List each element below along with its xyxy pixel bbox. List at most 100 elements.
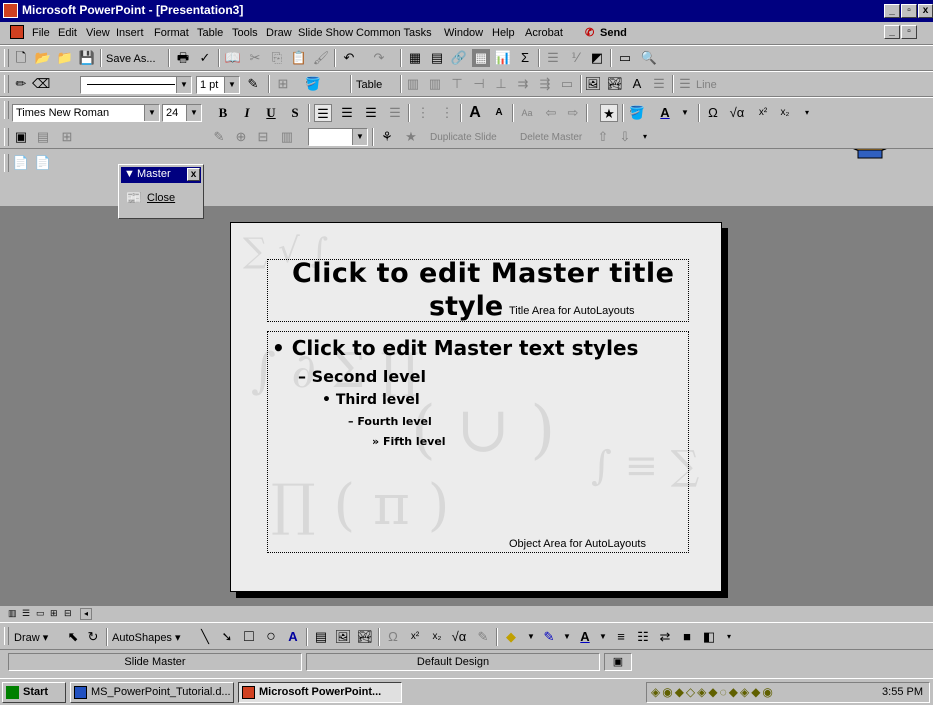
subscript-icon[interactable]: x₂ (776, 104, 794, 122)
insert-chart-icon[interactable]: ▦ (406, 49, 424, 67)
slide-show-view-icon[interactable]: ⊟ (64, 608, 72, 619)
toolbar-grip[interactable] (4, 75, 9, 93)
shadow-tool-icon[interactable]: ■ (678, 628, 696, 646)
research-icon[interactable]: 📖 (224, 49, 242, 67)
window-icon[interactable]: ▭ (616, 49, 634, 67)
subscript-tool-icon[interactable]: x₂ (428, 628, 446, 646)
menu-send[interactable]: Send (600, 27, 627, 39)
underline-icon[interactable]: U (262, 104, 280, 122)
toolbar-grip[interactable] (4, 49, 9, 67)
expand-all-icon[interactable]: ☰ (544, 49, 562, 67)
master-select[interactable]: ▼ (308, 128, 368, 146)
change-case-icon[interactable]: Aa (518, 104, 536, 122)
toolbar-grip[interactable] (4, 627, 9, 645)
increase-font-icon[interactable]: A (466, 104, 484, 122)
font-color-tool-icon[interactable]: A (576, 628, 594, 646)
menu-window[interactable]: Window (444, 27, 483, 39)
menu-acrobat[interactable]: Acrobat (525, 27, 563, 39)
task-word-document[interactable]: MS_PowerPoint_Tutorial.d... (70, 682, 234, 703)
clipart-icon[interactable]: 🖼 (334, 628, 352, 646)
menu-send-icon[interactable]: ✆ (585, 26, 594, 39)
align-right-icon[interactable]: ☰ (362, 104, 380, 122)
fill-color-tool-icon[interactable]: ◆ (502, 628, 520, 646)
normal-view-icon[interactable]: ▥ (8, 608, 17, 619)
open-icon[interactable]: 📂 (34, 49, 52, 67)
duplicate-slide-button[interactable]: Duplicate Slide (430, 132, 497, 143)
spelling-status-icon[interactable]: ▣ (604, 653, 632, 671)
autoshapes-menu-button[interactable]: AutoShapes ▾ (112, 631, 181, 644)
powerpoint-app-icon[interactable] (3, 3, 18, 18)
font-select[interactable]: Times New Roman ▼ (12, 104, 160, 122)
italic-icon[interactable]: I (238, 104, 256, 122)
chevron-down-icon[interactable]: ▼ (352, 129, 367, 145)
insert-slide-icon[interactable]: ⚘ (378, 128, 396, 146)
distribute-cols-icon[interactable]: ⇶ (536, 75, 554, 93)
title-placeholder[interactable]: Click to edit Master title style Title A… (267, 258, 689, 322)
toolbar-grip[interactable] (4, 154, 9, 172)
line-spacing-icon[interactable]: ☰ (650, 75, 668, 93)
doc-restore-button[interactable]: ▫ (901, 25, 917, 39)
insert-picture-icon[interactable]: 🏞 (606, 75, 624, 93)
fill-color-icon[interactable]: 🪣 (304, 75, 322, 93)
decrease-font-icon[interactable]: A (490, 104, 508, 122)
chevron-down-icon[interactable]: ▼ (676, 104, 694, 122)
font-size-select[interactable]: 24 ▼ (162, 104, 202, 122)
align-top-icon[interactable]: ⊤ (448, 75, 466, 93)
master-floating-toolbar[interactable]: ▼ Master x 📰 Close (118, 164, 204, 219)
line-icon[interactable]: ☰ (676, 75, 694, 93)
master-toolbar-titlebar[interactable]: ▼ Master x (121, 167, 201, 183)
equation-tool-icon[interactable]: √α (450, 628, 468, 646)
dash-style-tool-icon[interactable]: ☷ (634, 628, 652, 646)
wordart-icon[interactable]: ▤ (312, 628, 330, 646)
tray-icons[interactable]: ◈◉◆◇◈◆◌◆◈◆◉ (651, 685, 775, 699)
text-box-icon[interactable]: A (284, 628, 302, 646)
task-powerpoint[interactable]: Microsoft PowerPoint... (238, 682, 402, 703)
toolbar-options-icon[interactable]: ▾ (720, 628, 738, 646)
start-button[interactable]: Start (2, 682, 66, 703)
chevron-down-icon[interactable]: ▼ (124, 168, 135, 180)
delete-master-button[interactable]: Delete Master (520, 132, 582, 143)
line-style-select[interactable]: ▼ (80, 76, 192, 94)
superscript-icon[interactable]: x² (754, 104, 772, 122)
line-color-tool-icon[interactable]: ✎ (540, 628, 558, 646)
line-tool-icon[interactable]: ╲ (196, 628, 214, 646)
toolbar-options-icon[interactable]: ▾ (636, 128, 654, 146)
body-placeholder[interactable]: • Click to edit Master text styles – Sec… (267, 331, 689, 553)
slide-miniature-icon[interactable]: ▣ (12, 128, 30, 146)
date-icon[interactable]: ▥ (278, 128, 296, 146)
close-icon[interactable]: x (187, 168, 200, 181)
outside-borders-icon[interactable]: ⊞ (274, 75, 292, 93)
table-menu-button[interactable]: Table (356, 79, 382, 91)
chevron-down-icon[interactable]: ▼ (558, 628, 576, 646)
justify-icon[interactable]: ☰ (386, 104, 404, 122)
doc-minimize-button[interactable]: _ (884, 25, 900, 39)
open-folder-icon[interactable]: 📁 (56, 49, 74, 67)
align-center-icon[interactable]: ☰ (338, 104, 356, 122)
toolbar-grip[interactable] (4, 128, 9, 146)
close-button[interactable]: x (918, 4, 933, 18)
sum-icon[interactable]: Σ (516, 49, 534, 67)
3d-tool-icon[interactable]: ◧ (700, 628, 718, 646)
free-rotate-icon[interactable]: ↻ (84, 628, 102, 646)
merge-cells-icon[interactable]: ▥ (404, 75, 422, 93)
menu-common-tasks[interactable]: Common Tasks (356, 27, 432, 39)
rename-master-icon[interactable]: ✎ (210, 128, 228, 146)
insert-new-master-icon[interactable]: ⊞ (58, 128, 76, 146)
split-cell-icon[interactable]: ▥ (426, 75, 444, 93)
chevron-down-icon[interactable]: ▼ (594, 628, 612, 646)
save-as-button[interactable]: Save As... (106, 53, 156, 65)
outline-view-icon[interactable]: ☰ (22, 608, 30, 619)
align-bottom-icon[interactable]: ⊥ (492, 75, 510, 93)
shadow-icon[interactable]: S (286, 104, 304, 122)
master-title-icon[interactable]: ⊟ (254, 128, 272, 146)
arrow-style-tool-icon[interactable]: ⇄ (656, 628, 674, 646)
print-icon[interactable]: 🖶 (174, 49, 192, 67)
distribute-rows-icon[interactable]: ⇉ (514, 75, 532, 93)
save-icon[interactable]: 💾 (78, 49, 96, 67)
master-star-icon[interactable]: ★ (402, 128, 420, 146)
border-color-icon[interactable]: ✎ (244, 75, 262, 93)
title-bar[interactable]: Microsoft PowerPoint - [Presentation3] _… (0, 0, 933, 22)
redo-icon[interactable]: ↷ (370, 49, 388, 67)
insert-chart-bar-icon[interactable]: 📊 (494, 49, 512, 67)
pdf-email-icon[interactable]: 📄 (34, 154, 52, 172)
